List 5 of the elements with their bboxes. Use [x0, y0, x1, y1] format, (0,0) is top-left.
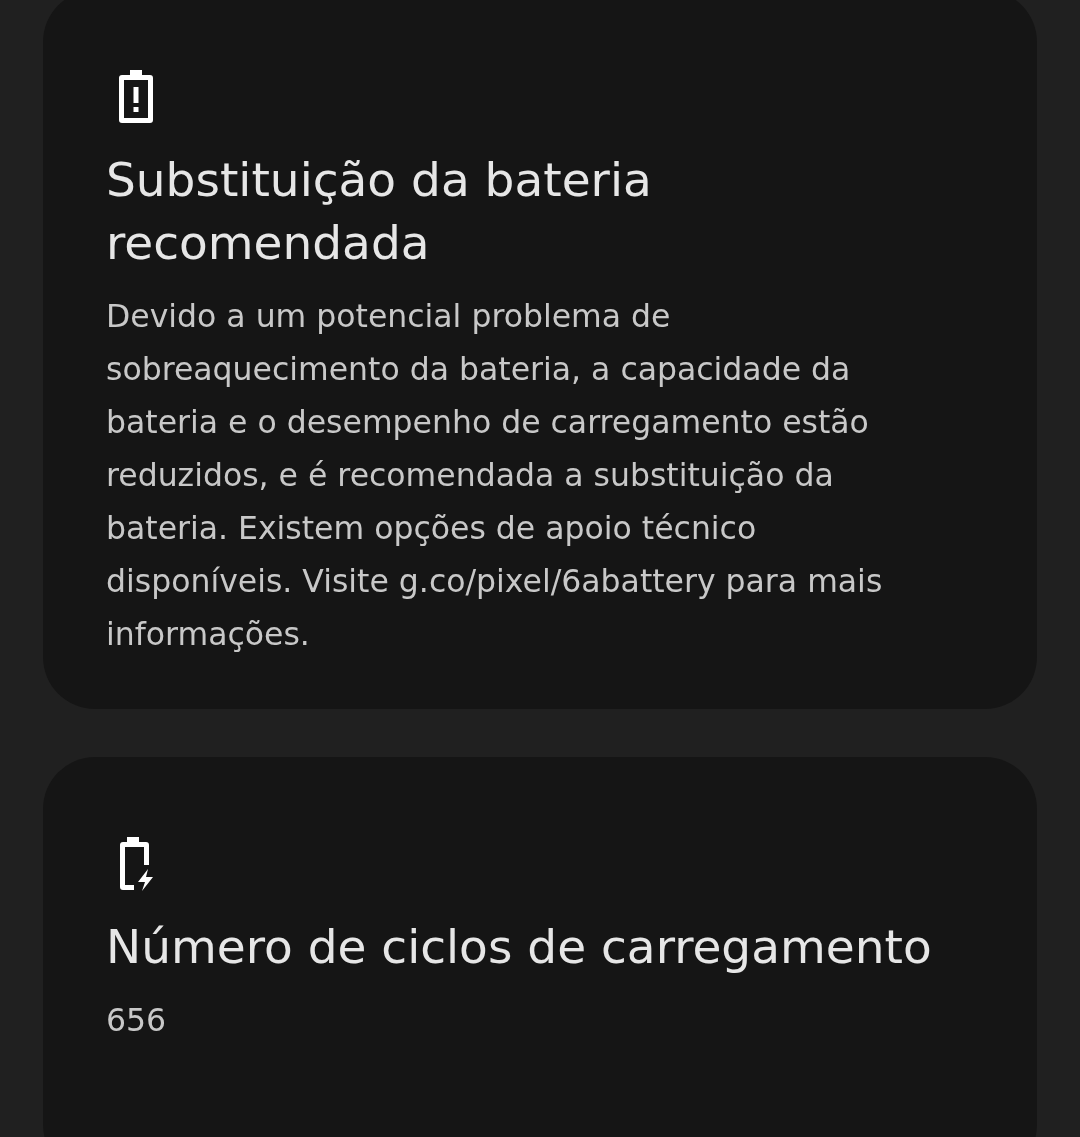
card-title: Substituição da bateria recomendada: [106, 151, 653, 272]
battery-alert-icon: [118, 68, 154, 124]
card-text: 656: [106, 1001, 168, 1040]
card-text: Devido a um potencial problema de sobreaquecimento da bateria, a capacidade da bateria e o desempenho de carregamento estão reduzidos, e é recomendada a substituição da bateria. Existem opções de apoio técnico disponíveis. Visite g.co/pixel/6abattery para mais informações.: [106, 297, 884, 654]
card-title: Número de ciclos de carregamento: [106, 918, 933, 976]
